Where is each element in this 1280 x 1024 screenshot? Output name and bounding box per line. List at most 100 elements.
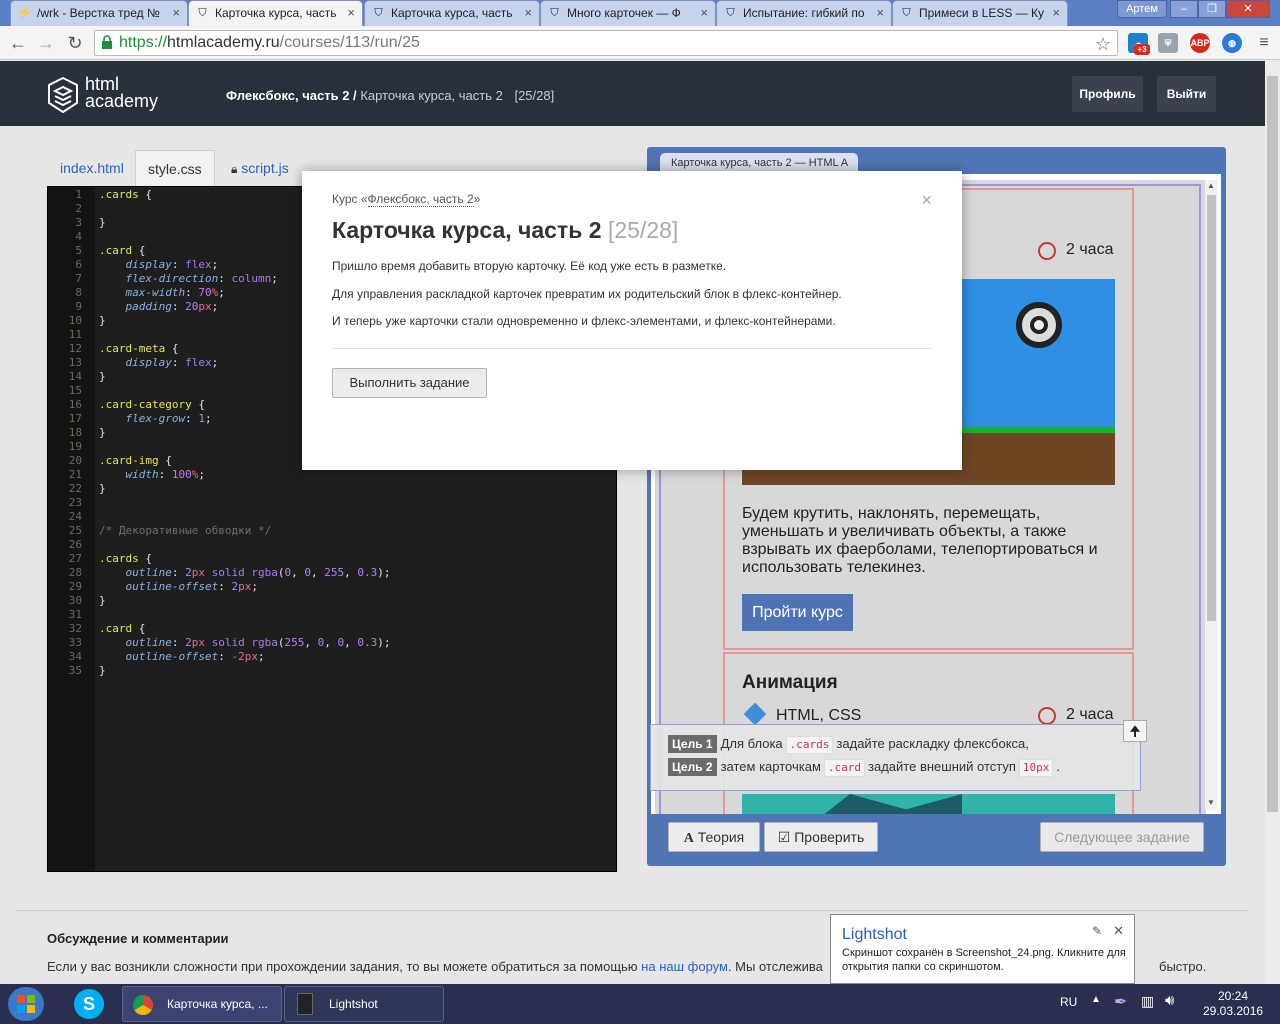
tray-arrow-icon[interactable]: ▲ [1091, 994, 1101, 1005]
back-icon[interactable]: ← [6, 31, 30, 55]
line-number: 4 [75, 230, 82, 243]
url-host: htmlacademy.ru [167, 34, 280, 51]
course-prefix: Курс « [332, 192, 368, 206]
taskbar-app-chrome[interactable]: Карточка курса, ... [122, 986, 282, 1022]
htmlacademy-icon: ⛉ [198, 7, 207, 19]
browser-tab[interactable]: ⛉ Карточка курса, часть × [364, 0, 540, 26]
line-number: 1 [75, 188, 82, 201]
start-course-button[interactable]: Пройти курс [742, 594, 853, 631]
minimize-icon[interactable]: ‒ [1170, 0, 1198, 18]
goal-code: 10px [1018, 759, 1054, 777]
bookmark-star-icon[interactable]: ☆ [1095, 32, 1111, 56]
close-tab-icon[interactable]: × [1052, 1, 1060, 25]
window-close-icon[interactable]: ✕ [1226, 0, 1270, 18]
close-tab-icon[interactable]: × [347, 1, 355, 25]
close-notification-icon[interactable]: ✕ [1113, 923, 1124, 939]
close-tab-icon[interactable]: × [876, 1, 884, 25]
site-header: html academy Флексбокс, часть 2 / Карточ… [0, 61, 1265, 126]
close-modal-icon[interactable]: × [921, 190, 932, 211]
start-button[interactable] [8, 987, 44, 1021]
browser-tab[interactable]: ⚡ /wrk - Верстка тред № × [10, 0, 188, 26]
goal-code: .card [823, 759, 866, 777]
line-number: 9 [75, 300, 82, 313]
profile-user-button[interactable]: Артем [1117, 0, 1167, 18]
tab-style-css[interactable]: style.css [135, 150, 215, 186]
line-number: 12 [68, 342, 82, 355]
maximize-icon[interactable]: ❐ [1198, 0, 1226, 18]
logout-button[interactable]: Выйти [1157, 76, 1216, 112]
reload-icon[interactable]: ↻ [63, 31, 87, 55]
volume-icon[interactable]: 🔊︎ [1165, 992, 1174, 1009]
forward-icon[interactable]: → [34, 31, 58, 55]
windows-taskbar: S Карточка курса, ... Lightshot RU ▲ ✒ ▥… [0, 984, 1280, 1024]
profile-button[interactable]: Профиль [1072, 76, 1143, 112]
close-tab-icon[interactable]: × [524, 1, 532, 25]
line-number: 32 [68, 622, 82, 635]
scrollbar-thumb[interactable] [1207, 195, 1216, 621]
extension-badge: +3 [1134, 44, 1150, 55]
line-number: 19 [68, 440, 82, 453]
line-number: 16 [68, 398, 82, 411]
logo-line2: academy [85, 91, 159, 111]
clock[interactable]: 20:24 29.03.2016 [1203, 989, 1263, 1019]
close-tab-icon[interactable]: × [700, 1, 708, 25]
htmlacademy-icon: ⛉ [726, 7, 735, 19]
code-text: .card { [99, 622, 146, 635]
scroll-down-icon[interactable]: ▼ [1207, 798, 1215, 807]
start-task-button[interactable]: Выполнить задание [332, 368, 487, 398]
collapse-goals-button[interactable]: 🠉︎ [1123, 720, 1147, 742]
goal-badge: Цель 1 [668, 735, 717, 753]
line-number: 3 [75, 216, 82, 229]
network-icon[interactable]: ▥ [1141, 993, 1154, 1010]
shield-extension-icon[interactable]: ⛨ [1158, 33, 1178, 53]
code-text: outline-offset: -2px; [125, 650, 265, 663]
code-text: .cards { [99, 552, 152, 565]
taskbar-app-lightshot[interactable]: Lightshot [284, 986, 444, 1022]
logo-text[interactable]: html academy [85, 75, 159, 111]
code-text: } [99, 594, 106, 607]
window-controls: ‒ ❐ ✕ [1170, 0, 1270, 18]
card-description: Будем крутить, наклонять, перемещать, ум… [742, 505, 1098, 576]
pin-icon[interactable]: ✎ [1092, 924, 1102, 938]
code-text: } [99, 426, 106, 439]
goal-badge: Цель 2 [668, 758, 717, 776]
browser-tab[interactable]: ⛉ Испытание: гибкий по × [716, 0, 892, 26]
modal-paragraph: Для управления раскладкой карточек превр… [332, 287, 842, 301]
line-number: 27 [68, 552, 82, 565]
theory-button[interactable]: A Теория [668, 822, 760, 852]
lightshot-tray-icon[interactable]: ✒ [1114, 992, 1127, 1012]
lock-icon [102, 35, 112, 49]
line-number: 14 [68, 370, 82, 383]
page-scrollbar-thumb[interactable] [1267, 76, 1278, 812]
browser-tab[interactable]: ⛉ Много карточек — Ф × [540, 0, 716, 26]
close-tab-icon[interactable]: × [172, 1, 180, 25]
skype-icon[interactable]: S [74, 989, 104, 1019]
language-indicator[interactable]: RU [1060, 995, 1077, 1009]
scroll-up-icon[interactable]: ▲ [1207, 181, 1215, 190]
code-text: .card-category { [99, 398, 205, 411]
address-bar[interactable]: https://htmlacademy.ru/courses/113/run/2… [94, 30, 1118, 56]
code-text: } [99, 314, 106, 327]
windows-logo-icon [17, 995, 35, 1013]
course-link[interactable]: Флексбокс, часть 2 [367, 192, 474, 207]
browser-tab[interactable]: ⛉ Примеси в LESS — Ку × [892, 0, 1068, 26]
tab-script-js[interactable]: 🔒︎ script.js [219, 150, 301, 186]
forum-link[interactable]: на наш форум [641, 959, 728, 974]
tab-index-html[interactable]: index.html [48, 150, 136, 186]
comments-heading: Обсуждение и комментарии [47, 931, 229, 946]
htmlacademy-icon: ⛉ [550, 7, 559, 19]
breadcrumb-parent[interactable]: Флексбокс, часть 2 / [226, 88, 357, 103]
htmlacademy-icon: ⛉ [374, 7, 383, 19]
page-scrollbar[interactable] [1265, 61, 1280, 984]
check-button[interactable]: ☑ Проверить [764, 822, 878, 852]
card-image [742, 794, 1115, 814]
htmlacademy-logo-icon[interactable] [48, 77, 78, 113]
adblock-icon[interactable]: ABP [1190, 33, 1210, 53]
menu-icon[interactable]: ≡ [1252, 31, 1276, 55]
next-task-button[interactable]: Следующее задание [1040, 822, 1204, 852]
globe-icon[interactable]: ◍ [1222, 33, 1242, 53]
browser-tab-active[interactable]: ⛉ Карточка курса, часть × [188, 0, 363, 26]
lightshot-notification[interactable]: Lightshot ✎ ✕ Скриншот сохранён в Screen… [830, 914, 1135, 984]
modal-paragraph: И теперь уже карточки стали одновременно… [332, 314, 836, 328]
goal-code: .cards [785, 736, 834, 754]
